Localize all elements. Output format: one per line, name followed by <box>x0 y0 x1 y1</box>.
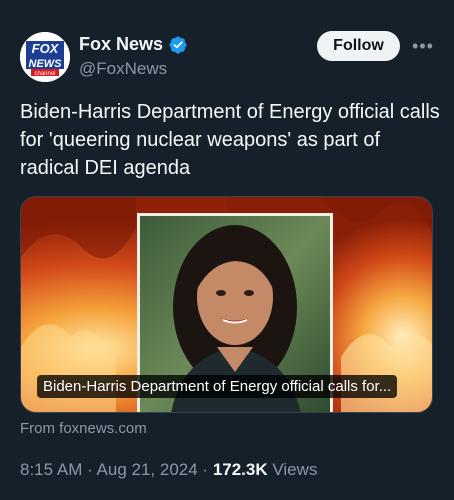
more-options-icon[interactable]: ••• <box>410 36 436 56</box>
meta-separator: · <box>82 460 97 479</box>
views-count: 172.3K <box>212 460 268 479</box>
verified-badge-icon <box>169 35 187 54</box>
svg-text:FOX: FOX <box>32 41 60 56</box>
fox-news-avatar[interactable]: FOX NEWS channel <box>20 32 70 82</box>
link-card[interactable]: Biden-Harris Department of Energy offici… <box>20 196 433 413</box>
fox-news-logo: FOX NEWS channel <box>20 32 70 82</box>
views-label: Views <box>272 460 318 479</box>
card-caption: Biden-Harris Department of Energy offici… <box>37 375 398 398</box>
svg-text:NEWS: NEWS <box>29 58 63 70</box>
author-name-row[interactable]: Fox News <box>79 34 188 55</box>
svg-text:channel: channel <box>34 71 55 77</box>
author-handle[interactable]: @FoxNews <box>79 59 167 79</box>
link-source[interactable]: From foxnews.com <box>20 420 147 437</box>
meta-separator: · <box>197 460 213 479</box>
tweet-text: Biden-Harris Department of Energy offici… <box>20 101 440 179</box>
tweet-time[interactable]: 8:15 AM <box>20 460 82 479</box>
author-name[interactable]: Fox News <box>79 34 163 55</box>
tweet-meta: 8:15 AM · Aug 21, 2024 · 172.3K Views <box>20 460 317 480</box>
follow-button[interactable]: Follow <box>317 31 400 61</box>
tweet-date[interactable]: Aug 21, 2024 <box>97 460 198 479</box>
